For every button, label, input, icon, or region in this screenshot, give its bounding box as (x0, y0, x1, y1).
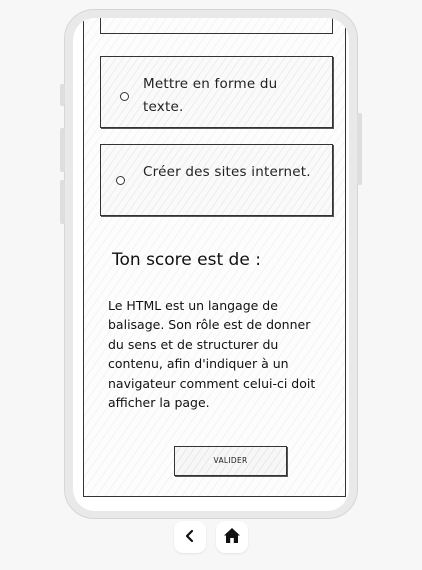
option-label: Mettre en forme du texte. (143, 76, 278, 115)
back-button[interactable] (174, 521, 206, 553)
home-icon (223, 527, 241, 548)
phone-side-button (357, 113, 362, 185)
chevron-left-icon (184, 528, 196, 547)
radio-icon[interactable] (116, 176, 125, 185)
previous-option-edge (100, 18, 333, 34)
option-label: Créer des sites internet. (143, 164, 311, 180)
score-label: Ton score est de : (112, 250, 261, 270)
home-button[interactable] (216, 521, 248, 553)
phone-side-button (60, 84, 65, 106)
quiz-option-format-text[interactable]: Mettre en forme du texte. (100, 56, 333, 128)
quiz-option-create-websites[interactable]: Créer des sites internet. (100, 144, 333, 216)
radio-icon[interactable] (120, 92, 129, 101)
phone-frame: Mettre en forme du texte. Créer des site… (60, 9, 362, 519)
validate-button[interactable]: VALIDER (174, 446, 287, 476)
phone-side-button (60, 128, 65, 172)
phone-screen: Mettre en forme du texte. Créer des site… (73, 18, 349, 511)
phone-side-button (60, 180, 65, 224)
quiz-card: Mettre en forme du texte. Créer des site… (83, 18, 346, 497)
explanation-text: Le HTML est un langage de balisage. Son … (108, 298, 316, 411)
